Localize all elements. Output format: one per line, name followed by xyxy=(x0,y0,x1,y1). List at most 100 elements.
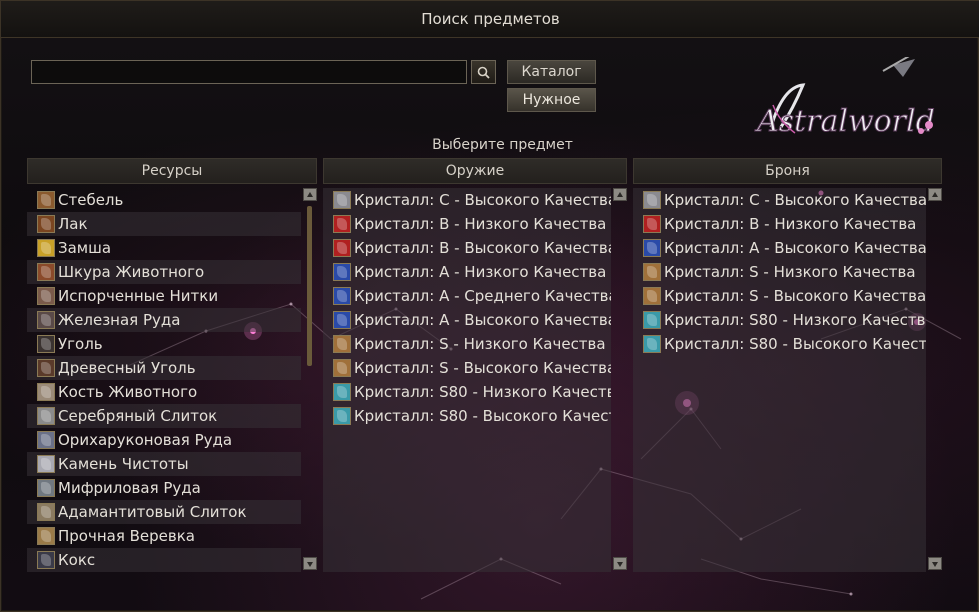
item-label: Кристалл: A - Высокого Качества xyxy=(354,311,611,329)
empty-slot xyxy=(323,548,611,572)
item-label: Адамантитовый Слиток xyxy=(58,503,247,521)
list-item[interactable]: Кристалл: A - Среднего Качества xyxy=(323,284,611,308)
item-icon xyxy=(333,287,351,305)
item-label: Кристалл: S80 - Высокого Качества xyxy=(664,335,926,353)
catalog-button[interactable]: Каталог xyxy=(507,60,596,84)
list-item[interactable]: Кристалл: S - Высокого Качества xyxy=(633,284,926,308)
item-icon xyxy=(37,431,55,449)
list-item[interactable]: Мифриловая Руда xyxy=(27,476,301,500)
resources-scrollbar[interactable] xyxy=(303,188,317,570)
empty-slot xyxy=(633,500,926,524)
item-label: Лак xyxy=(58,215,88,233)
search-button[interactable] xyxy=(471,60,496,84)
list-item[interactable]: Орихаруконовая Руда xyxy=(27,428,301,452)
item-icon xyxy=(643,263,661,281)
list-item[interactable]: Кристалл: S80 - Низкого Качества xyxy=(323,380,611,404)
list-item[interactable]: Кристалл: C - Высокого Качества xyxy=(323,188,611,212)
scroll-up-arrow-icon[interactable] xyxy=(613,188,627,201)
item-icon xyxy=(37,551,55,569)
item-icon xyxy=(333,311,351,329)
item-icon xyxy=(643,215,661,233)
armor-scrollbar[interactable] xyxy=(928,188,942,570)
list-item[interactable]: Кристалл: S80 - Высокого Качества xyxy=(323,404,611,428)
list-item[interactable]: Кристалл: S - Низкого Качества xyxy=(633,260,926,284)
item-label: Шкура Животного xyxy=(58,263,205,281)
scroll-down-arrow-icon[interactable] xyxy=(613,557,627,570)
list-item[interactable]: Кристалл: A - Высокого Качества xyxy=(323,308,611,332)
item-label: Испорченные Нитки xyxy=(58,287,219,305)
list-item[interactable]: Испорченные Нитки xyxy=(27,284,301,308)
search-icon xyxy=(477,66,490,79)
item-label: Камень Чистоты xyxy=(58,455,189,473)
list-item[interactable]: Кристалл: S80 - Высокого Качества xyxy=(633,332,926,356)
item-label: Кристалл: S80 - Высокого Качества xyxy=(354,407,611,425)
item-icon xyxy=(643,335,661,353)
item-icon xyxy=(37,383,55,401)
list-item[interactable]: Стебель xyxy=(27,188,301,212)
scroll-up-arrow-icon[interactable] xyxy=(303,188,317,201)
resources-header: Ресурсы xyxy=(27,158,317,184)
empty-slot xyxy=(323,524,611,548)
list-item[interactable]: Кристалл: A - Высокого Качества xyxy=(633,236,926,260)
list-item[interactable]: Лак xyxy=(27,212,301,236)
scroll-down-arrow-icon[interactable] xyxy=(303,557,317,570)
list-item[interactable]: Железная Руда xyxy=(27,308,301,332)
item-icon xyxy=(643,287,661,305)
empty-slot xyxy=(633,476,926,500)
item-icon xyxy=(643,191,661,209)
resources-list: Стебель Лак Замша Шкура Животного Испорченны… xyxy=(27,188,301,572)
scroll-up-arrow-icon[interactable] xyxy=(928,188,942,201)
empty-slot xyxy=(633,356,926,380)
list-item[interactable]: Кристалл: B - Высокого Качества xyxy=(323,236,611,260)
list-item[interactable]: Серебряный Слиток xyxy=(27,404,301,428)
item-label: Кристалл: S - Высокого Качества xyxy=(664,287,926,305)
item-label: Древесный Уголь xyxy=(58,359,196,377)
weapons-scrollbar[interactable] xyxy=(613,188,627,570)
item-label: Мифриловая Руда xyxy=(58,479,201,497)
item-label: Кристалл: C - Высокого Качества xyxy=(664,191,926,209)
weapons-column: Оружие Кристалл: C - Высокого Качества Кр… xyxy=(323,158,627,572)
list-item[interactable]: Кристалл: S - Низкого Качества xyxy=(323,332,611,356)
list-item[interactable]: Кристалл: B - Низкого Качества xyxy=(323,212,611,236)
empty-slot xyxy=(323,428,611,452)
list-item[interactable]: Кокс xyxy=(27,548,301,572)
needed-button[interactable]: Нужное xyxy=(507,88,596,112)
list-item[interactable]: Прочная Веревка xyxy=(27,524,301,548)
item-label: Кость Животного xyxy=(58,383,198,401)
list-item[interactable]: Древесный Уголь xyxy=(27,356,301,380)
list-item[interactable]: Уголь xyxy=(27,332,301,356)
weapons-header: Оружие xyxy=(323,158,627,184)
list-item[interactable]: Замша xyxy=(27,236,301,260)
list-item[interactable]: Кость Животного xyxy=(27,380,301,404)
list-item[interactable]: Камень Чистоты xyxy=(27,452,301,476)
list-item[interactable]: Кристалл: C - Высокого Качества xyxy=(633,188,926,212)
list-item[interactable]: Кристалл: B - Низкого Качества xyxy=(633,212,926,236)
astralworld-logo: Astralworld xyxy=(754,57,935,140)
list-item[interactable]: Кристалл: S80 - Низкого Качества xyxy=(633,308,926,332)
title-bar[interactable]: Поиск предметов xyxy=(1,1,979,38)
search-input[interactable] xyxy=(31,60,467,84)
item-label: Кристалл: S - Высокого Качества xyxy=(354,359,611,377)
item-icon xyxy=(37,215,55,233)
item-icon xyxy=(643,239,661,257)
item-icon xyxy=(37,311,55,329)
list-item[interactable]: Кристалл: A - Низкого Качества xyxy=(323,260,611,284)
item-label: Кокс xyxy=(58,551,96,569)
scroll-down-arrow-icon[interactable] xyxy=(928,557,942,570)
item-label: Кристалл: B - Низкого Качества xyxy=(354,215,607,233)
item-label: Уголь xyxy=(58,335,103,353)
item-icon xyxy=(37,239,55,257)
item-label: Кристалл: C - Высокого Качества xyxy=(354,191,611,209)
scroll-thumb[interactable] xyxy=(307,206,312,366)
item-label: Кристалл: B - Высокого Качества xyxy=(354,239,611,257)
list-item[interactable]: Шкура Животного xyxy=(27,260,301,284)
empty-slot xyxy=(323,452,611,476)
empty-slot xyxy=(633,524,926,548)
item-icon xyxy=(37,287,55,305)
item-icon xyxy=(37,479,55,497)
item-search-window: Поиск предметов Каталог Нужное Astralwor… xyxy=(0,0,979,612)
empty-slot xyxy=(323,500,611,524)
list-item[interactable]: Адамантитовый Слиток xyxy=(27,500,301,524)
list-item[interactable]: Кристалл: S - Высокого Качества xyxy=(323,356,611,380)
armor-header: Броня xyxy=(633,158,942,184)
